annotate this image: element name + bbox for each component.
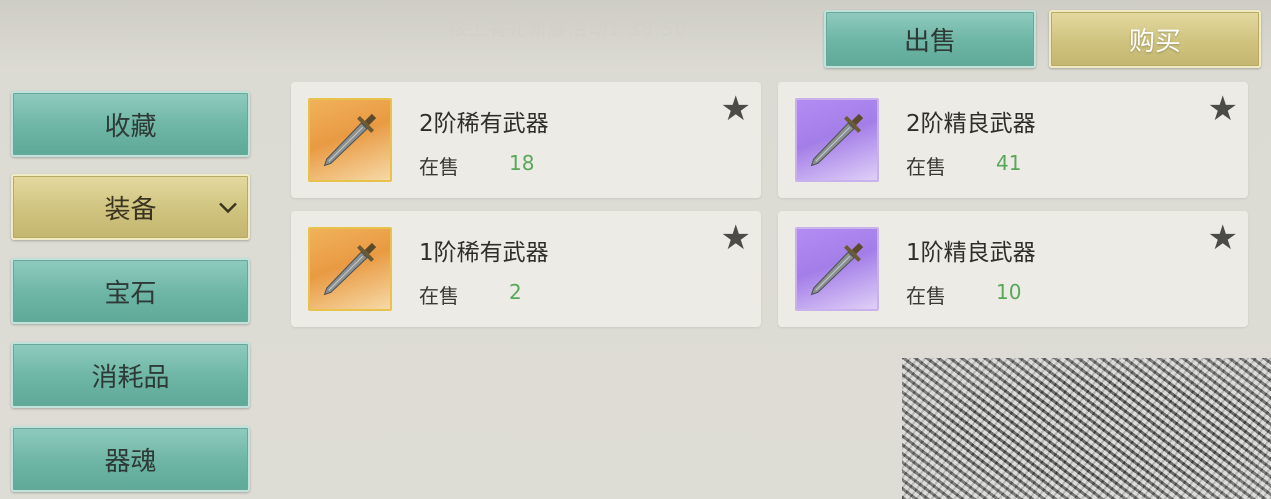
favorite-star-icon[interactable]: ★ <box>721 221 751 255</box>
sidebar-item-label: 消耗品 <box>91 362 170 393</box>
sell-button[interactable]: 出售 <box>824 10 1036 68</box>
on-sale-count: 2 <box>509 280 522 304</box>
on-sale-count: 10 <box>996 280 1022 304</box>
on-sale-count: 18 <box>509 151 535 175</box>
sidebar-item-label: 收藏 <box>104 111 157 142</box>
favorite-star-icon[interactable]: ★ <box>1208 92 1238 126</box>
item-name: 1阶精良武器 <box>906 240 1036 266</box>
event-banner: 核上有礼新服活动1 38.58 <box>448 18 688 40</box>
sidebar-item-label: 器魂 <box>104 446 157 477</box>
on-sale-label: 在售 <box>419 284 459 308</box>
item-name: 1阶稀有武器 <box>419 240 549 266</box>
sidebar-item-consumables[interactable]: 消耗品 <box>11 342 250 408</box>
listing-card[interactable]: 1阶精良武器 在售 10 ★ <box>778 211 1248 327</box>
on-sale-count: 41 <box>996 151 1022 175</box>
listing-card[interactable]: 2阶稀有武器 在售 18 ★ <box>291 82 761 198</box>
favorite-star-icon[interactable]: ★ <box>1208 221 1238 255</box>
favorite-star-icon[interactable]: ★ <box>721 92 751 126</box>
sidebar-item-weapon-soul[interactable]: 器魂 <box>11 426 250 492</box>
sidebar-item-label: 装备 <box>104 194 157 225</box>
sword-icon <box>308 227 392 311</box>
sidebar-item-favorites[interactable]: 收藏 <box>11 91 250 157</box>
on-sale-label: 在售 <box>906 155 946 179</box>
buy-button[interactable]: 购买 <box>1049 10 1261 68</box>
on-sale-label: 在售 <box>419 155 459 179</box>
listing-card[interactable]: 1阶稀有武器 在售 2 ★ <box>291 211 761 327</box>
sword-icon <box>308 98 392 182</box>
item-name: 2阶精良武器 <box>906 111 1036 137</box>
listing-card[interactable]: 2阶精良武器 在售 41 ★ <box>778 82 1248 198</box>
item-name: 2阶稀有武器 <box>419 111 549 137</box>
sidebar-item-gems[interactable]: 宝石 <box>11 258 250 324</box>
sidebar-item-equipment[interactable]: 装备 <box>11 174 250 240</box>
chevron-down-icon <box>218 195 238 220</box>
on-sale-label: 在售 <box>906 284 946 308</box>
noise-overlay <box>902 358 1271 499</box>
sword-icon <box>795 98 879 182</box>
sword-icon <box>795 227 879 311</box>
sidebar-item-label: 宝石 <box>104 278 157 309</box>
